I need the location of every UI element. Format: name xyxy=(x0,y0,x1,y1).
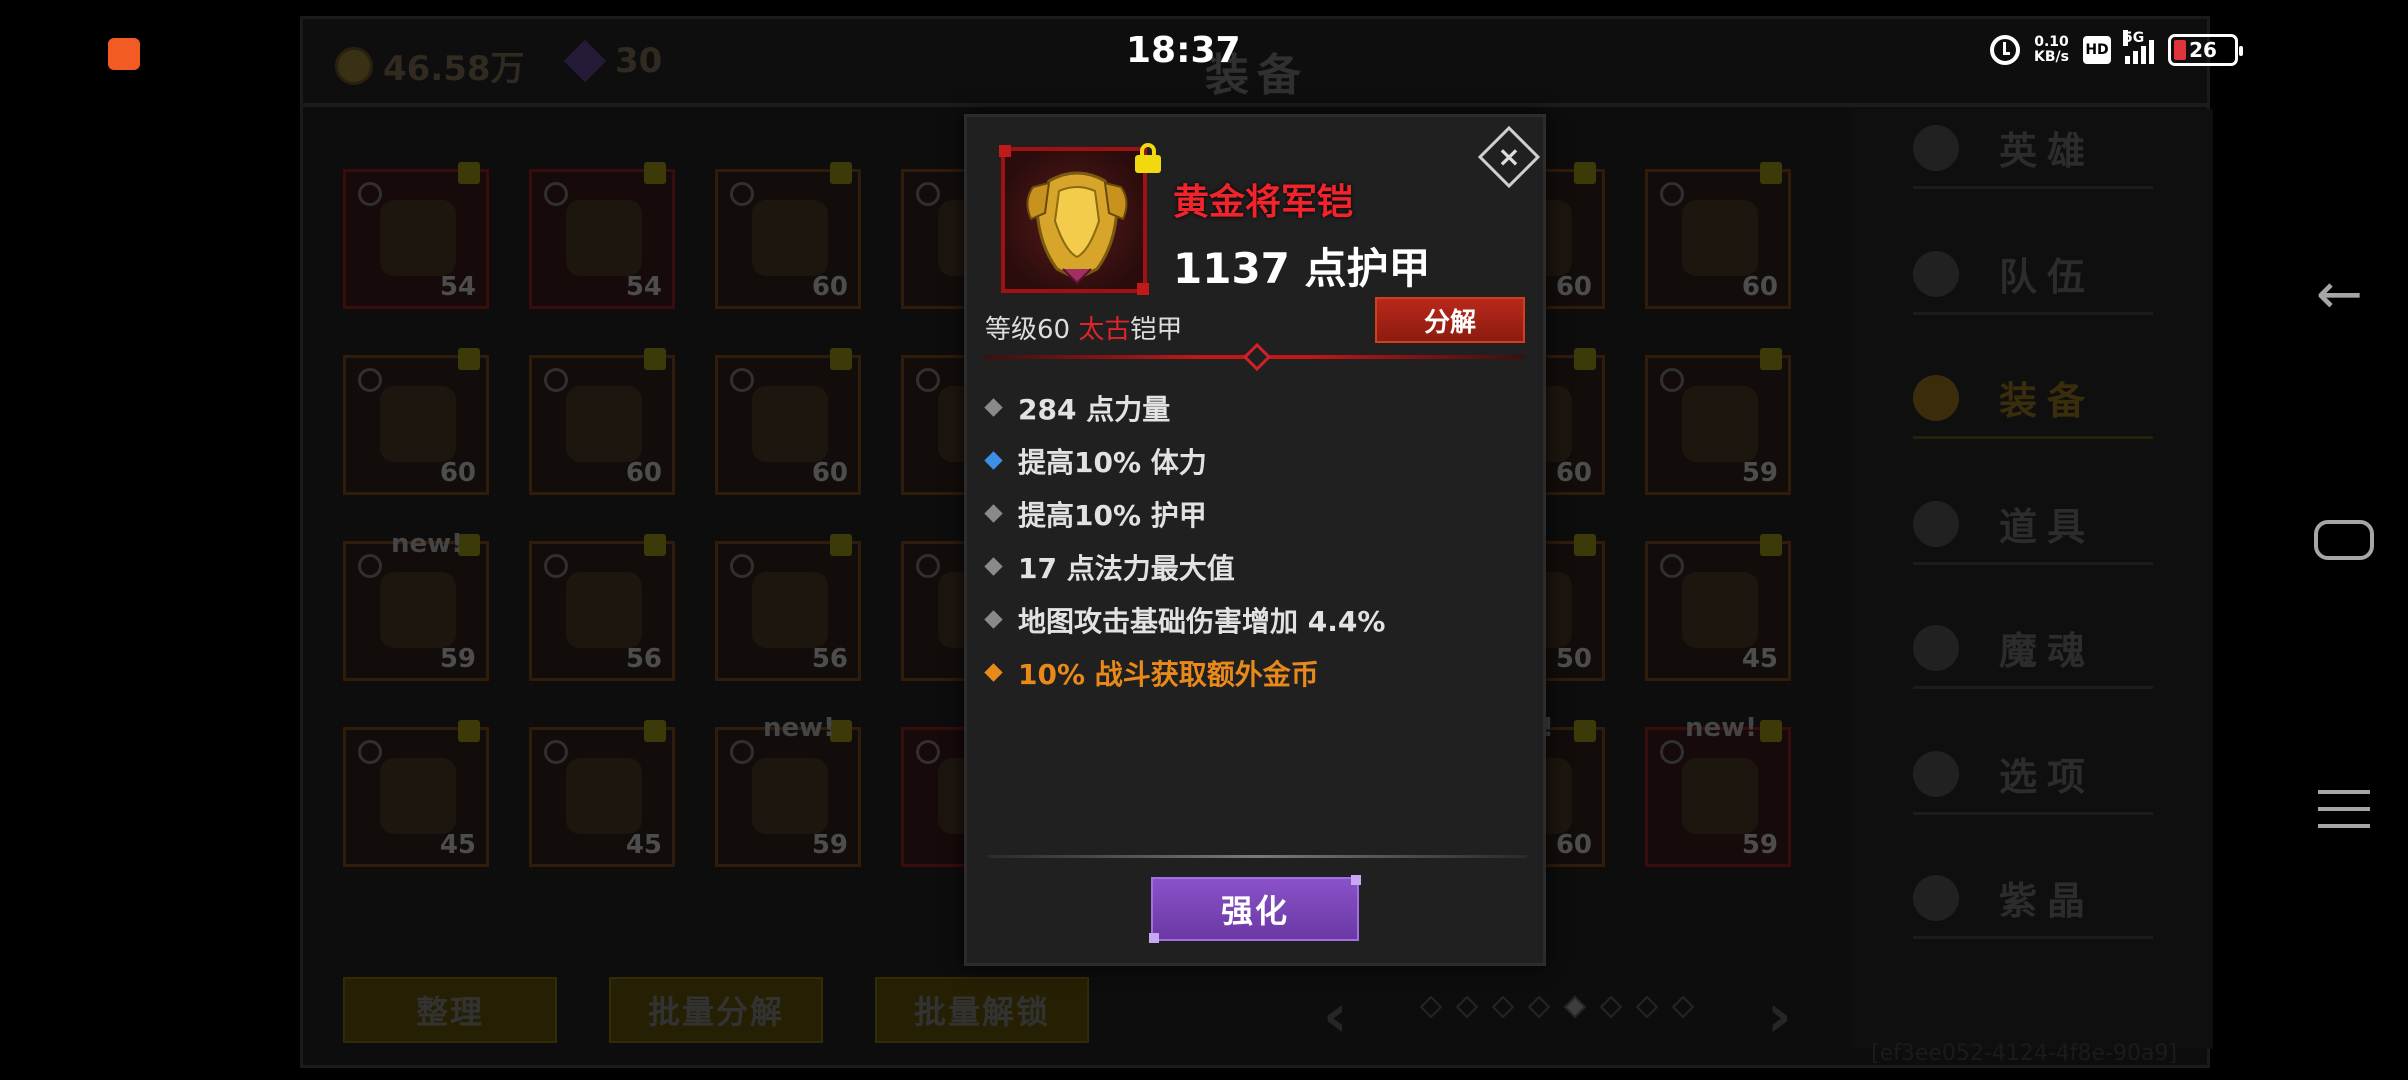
stat-text: 17 点法力最大值 xyxy=(1018,551,1235,585)
bullet-icon xyxy=(984,610,1003,629)
stat-text: 地图攻击基础伤害增加 4.4% xyxy=(1018,604,1386,638)
stat-line: 17 点法力最大值 xyxy=(984,540,1385,593)
item-portrait xyxy=(999,145,1149,295)
stat-text: 284 点力量 xyxy=(1018,392,1171,426)
stat-line: 提高10% 体力 xyxy=(984,434,1385,487)
grade-type: 铠甲 xyxy=(1130,315,1183,345)
stat-line: 地图攻击基础伤害增加 4.4% xyxy=(984,593,1386,646)
bullet-icon xyxy=(984,663,1003,682)
decompose-button[interactable]: 分解 xyxy=(1375,297,1525,343)
item-grade: 等级60 太古铠甲 xyxy=(985,309,1182,346)
bullet-icon xyxy=(984,557,1003,576)
divider-diamond xyxy=(1242,342,1272,372)
item-stats: 284 点力量 提高10% 体力 提高10% 护甲 17 点法力最大值 地图攻击… xyxy=(984,381,1386,699)
item-name: 黄金将军铠 xyxy=(1173,182,1354,223)
item-detail-popup: 黄金将军铠 1137 点护甲 × 等级60 太古铠甲 分解 284 点力量 提高… xyxy=(964,114,1546,966)
armor-icon xyxy=(1026,171,1128,285)
close-icon: × xyxy=(1497,140,1521,173)
stat-text: 提高10% 体力 xyxy=(1018,445,1207,479)
stat-line: 提高10% 护甲 xyxy=(984,487,1385,540)
divider xyxy=(987,855,1527,858)
grade-level: 等级60 xyxy=(985,315,1071,345)
bullet-icon xyxy=(984,451,1003,470)
close-button[interactable]: × xyxy=(1477,125,1541,189)
bullet-icon xyxy=(984,398,1003,417)
stat-text: 10% 战斗获取额外金币 xyxy=(1018,657,1319,691)
bullet-icon xyxy=(984,504,1003,523)
lock-icon[interactable] xyxy=(1135,143,1161,173)
enhance-button[interactable]: 强化 xyxy=(1149,875,1361,943)
stat-text: 提高10% 护甲 xyxy=(1018,498,1207,532)
item-armor-value: 1137 点护甲 xyxy=(1173,244,1431,293)
grade-tier: 太古 xyxy=(1078,315,1131,345)
stat-line: 284 点力量 xyxy=(984,381,1385,434)
stat-line: 10% 战斗获取额外金币 xyxy=(984,646,1385,699)
